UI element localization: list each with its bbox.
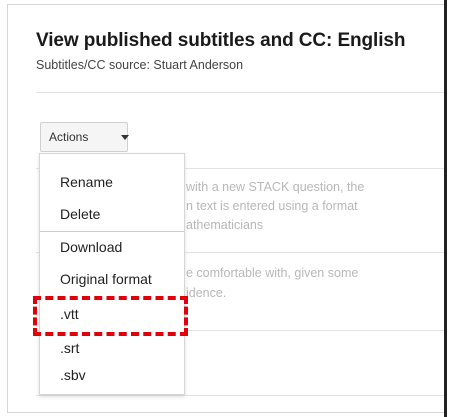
divider [36,92,444,93]
menu-divider [40,231,184,232]
menu-item-original-format[interactable]: Original format [60,271,152,287]
subtitle-source: Subtitles/CC source: Stuart Anderson [36,58,244,72]
vtt-highlight-box [33,296,188,336]
background-text-line: with a new STACK question, the [186,180,365,194]
background-text-line: athematicians [186,218,264,232]
menu-item-sbv[interactable]: .sbv [60,367,86,383]
page-title: View published subtitles and CC: English [36,30,406,51]
background-text-line: idence. [186,286,227,300]
menu-item-srt[interactable]: .srt [60,340,79,356]
background-text-line: e comfortable with, given some [186,266,359,280]
menu-item-download: Download [60,239,123,255]
menu-item-rename[interactable]: Rename [60,174,113,190]
divider [36,395,444,396]
actions-menu: Rename Delete Download Original format .… [39,153,185,395]
caret-down-icon [121,135,129,140]
actions-button[interactable]: Actions [40,122,129,152]
scrollbar-edge [444,0,447,417]
background-text-line: n text is entered using a format [186,199,358,213]
menu-item-delete[interactable]: Delete [60,206,100,222]
actions-label: Actions [49,130,89,144]
